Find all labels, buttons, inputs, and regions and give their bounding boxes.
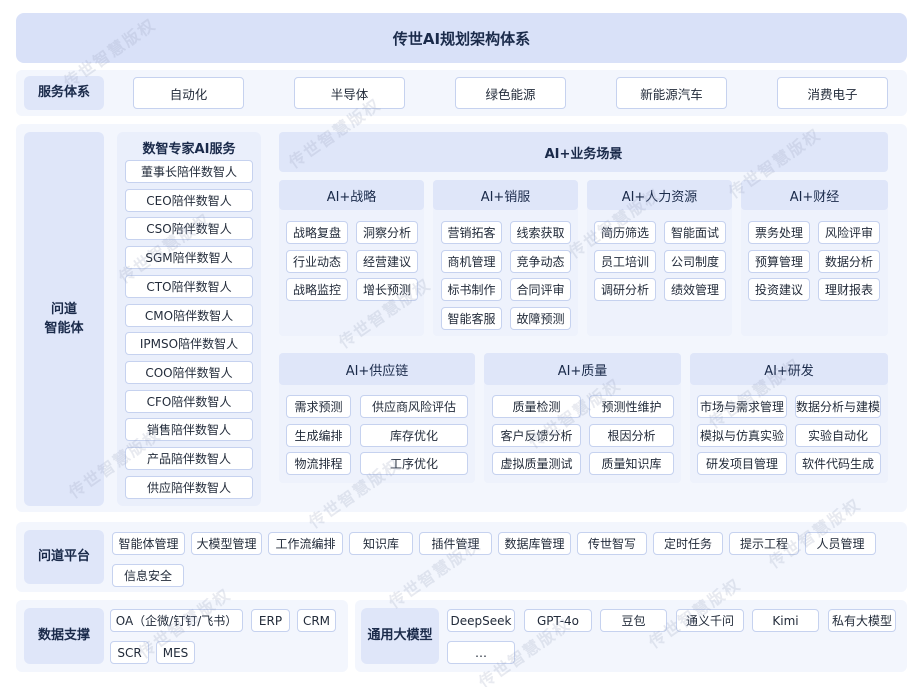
group-quality-title: AI+质量 xyxy=(484,353,681,385)
scene-item-supply[interactable]: 库存优化 xyxy=(360,423,468,447)
scene-item-rd[interactable]: 软件代码生成 xyxy=(795,452,881,476)
platform-item[interactable]: 提示工程 xyxy=(729,532,799,555)
scene-item-rd[interactable]: 市场与需求管理 xyxy=(697,395,787,418)
scene-item-quality[interactable]: 预测性维护 xyxy=(589,395,674,418)
group-strategy-title: AI+战略 xyxy=(279,180,424,210)
scene-item-finance[interactable]: 理财报表 xyxy=(818,278,880,302)
scene-item-hr[interactable]: 员工培训 xyxy=(594,249,656,273)
scene-item-sales[interactable]: 线索获取 xyxy=(510,221,571,244)
platform-item[interactable]: 智能体管理 xyxy=(112,532,185,555)
scene-item-strategy[interactable]: 战略监控 xyxy=(286,278,348,302)
platform-item[interactable]: 定时任务 xyxy=(653,532,723,555)
data-source-item[interactable]: MES xyxy=(156,641,195,664)
model-item[interactable]: GPT-4o xyxy=(524,609,592,632)
service-item[interactable]: 绿色能源 xyxy=(455,77,566,109)
data-source-item[interactable]: OA（企微/钉钉/飞书） xyxy=(110,609,243,632)
service-item[interactable]: 半导体 xyxy=(294,77,405,109)
expert-item[interactable]: CMO陪伴数智人 xyxy=(125,303,253,327)
scene-item-sales[interactable]: 商机管理 xyxy=(441,249,502,273)
group-supply-title: AI+供应链 xyxy=(279,353,475,385)
scene-item-hr[interactable]: 调研分析 xyxy=(594,278,656,302)
scene-item-rd[interactable]: 数据分析与建模 xyxy=(795,395,881,418)
service-item[interactable]: 自动化 xyxy=(133,77,244,109)
model-item[interactable]: 豆包 xyxy=(600,609,667,632)
page-title: 传世AI规划架构体系 xyxy=(16,13,907,63)
model-item[interactable]: 私有大模型 xyxy=(828,609,896,632)
platform-item[interactable]: 大模型管理 xyxy=(191,532,262,555)
platform-item[interactable]: 人员管理 xyxy=(805,532,876,555)
data-source-item[interactable]: SCR xyxy=(110,641,149,664)
platform-item[interactable]: 传世智写 xyxy=(577,532,647,555)
platform-label: 问道平台 xyxy=(24,530,104,584)
scene-item-supply[interactable]: 需求预测 xyxy=(286,395,351,418)
scene-item-finance[interactable]: 风险评审 xyxy=(818,221,880,244)
scene-item-supply[interactable]: 生成编排 xyxy=(286,423,351,447)
scene-item-strategy[interactable]: 战略复盘 xyxy=(286,221,348,244)
scene-item-rd[interactable]: 模拟与仿真实验 xyxy=(697,423,787,447)
expert-item[interactable]: 产品陪伴数智人 xyxy=(125,447,253,470)
scene-item-hr[interactable]: 公司制度 xyxy=(664,249,726,273)
platform-item[interactable]: 信息安全 xyxy=(112,564,184,587)
group-sales-title: AI+销服 xyxy=(433,180,578,210)
platform-item[interactable]: 数据库管理 xyxy=(498,532,571,555)
group-rd-title: AI+研发 xyxy=(690,353,888,385)
scene-item-quality[interactable]: 根因分析 xyxy=(589,423,674,447)
expert-item[interactable]: CSO陪伴数智人 xyxy=(125,217,253,241)
scene-item-quality[interactable]: 质量知识库 xyxy=(589,452,674,476)
scene-item-quality[interactable]: 虚拟质量测试 xyxy=(492,452,581,476)
scene-item-rd[interactable]: 研发项目管理 xyxy=(697,452,787,476)
expert-item[interactable]: 董事长陪伴数智人 xyxy=(125,160,253,183)
scene-item-strategy[interactable]: 行业动态 xyxy=(286,249,348,273)
agent-label: 问道 智能体 xyxy=(24,132,104,506)
scene-item-sales[interactable]: 合同评审 xyxy=(510,278,571,302)
service-item[interactable]: 新能源汽车 xyxy=(616,77,727,109)
scene-item-sales[interactable]: 标书制作 xyxy=(441,278,502,302)
data-support-label: 数据支撑 xyxy=(24,608,104,664)
scene-item-sales[interactable]: 竞争动态 xyxy=(510,249,571,273)
expert-item[interactable]: IPMSO陪伴数智人 xyxy=(125,332,253,356)
scene-item-hr[interactable]: 绩效管理 xyxy=(664,278,726,302)
expert-item[interactable]: CFO陪伴数智人 xyxy=(125,389,253,413)
expert-item[interactable]: COO陪伴数智人 xyxy=(125,360,253,384)
scene-item-strategy[interactable]: 经营建议 xyxy=(356,249,418,273)
scene-item-supply[interactable]: 物流排程 xyxy=(286,452,351,476)
group-hr-title: AI+人力资源 xyxy=(587,180,732,210)
scene-item-quality[interactable]: 质量检测 xyxy=(492,395,581,418)
scene-item-supply[interactable]: 工序优化 xyxy=(360,452,468,476)
data-source-item[interactable]: CRM xyxy=(297,609,336,632)
expert-item[interactable]: CTO陪伴数智人 xyxy=(125,274,253,298)
group-finance-title: AI+财经 xyxy=(741,180,888,210)
data-source-item[interactable]: ERP xyxy=(251,609,290,632)
models-label: 通用大模型 xyxy=(361,608,439,664)
scene-item-finance[interactable]: 投资建议 xyxy=(748,278,810,302)
scene-item-quality[interactable]: 客户反馈分析 xyxy=(492,423,581,447)
expert-item[interactable]: 供应陪伴数智人 xyxy=(125,475,253,499)
expert-item[interactable]: SGM陪伴数智人 xyxy=(125,246,253,270)
scene-item-strategy[interactable]: 洞察分析 xyxy=(356,221,418,244)
scene-item-sales[interactable]: 营销拓客 xyxy=(441,221,502,244)
model-item[interactable]: 通义千问 xyxy=(676,609,744,632)
experts-title: 数智专家AI服务 xyxy=(142,141,236,157)
scene-item-hr[interactable]: 智能面试 xyxy=(664,221,726,244)
scene-item-finance[interactable]: 票务处理 xyxy=(748,221,810,244)
scene-item-rd[interactable]: 实验自动化 xyxy=(795,423,881,447)
model-item[interactable]: … xyxy=(447,641,515,664)
scenes-title: AI+业务场景 xyxy=(279,132,888,172)
service-item[interactable]: 消费电子 xyxy=(777,77,888,109)
scene-item-sales[interactable]: 故障预测 xyxy=(510,307,571,331)
scene-item-supply[interactable]: 供应商风险评估 xyxy=(360,395,468,418)
scene-item-finance[interactable]: 数据分析 xyxy=(818,249,880,273)
platform-item[interactable]: 工作流编排 xyxy=(268,532,343,555)
service-label: 服务体系 xyxy=(24,76,104,110)
scene-item-hr[interactable]: 简历筛选 xyxy=(594,221,656,244)
platform-item[interactable]: 插件管理 xyxy=(419,532,492,555)
scene-item-strategy[interactable]: 增长预测 xyxy=(356,278,418,302)
model-item[interactable]: DeepSeek xyxy=(447,609,515,632)
platform-item[interactable]: 知识库 xyxy=(349,532,413,555)
scene-item-sales[interactable]: 智能客服 xyxy=(441,307,502,331)
scene-item-finance[interactable]: 预算管理 xyxy=(748,249,810,273)
expert-item[interactable]: 销售陪伴数智人 xyxy=(125,418,253,442)
expert-item[interactable]: CEO陪伴数智人 xyxy=(125,188,253,212)
model-item[interactable]: Kimi xyxy=(752,609,819,632)
